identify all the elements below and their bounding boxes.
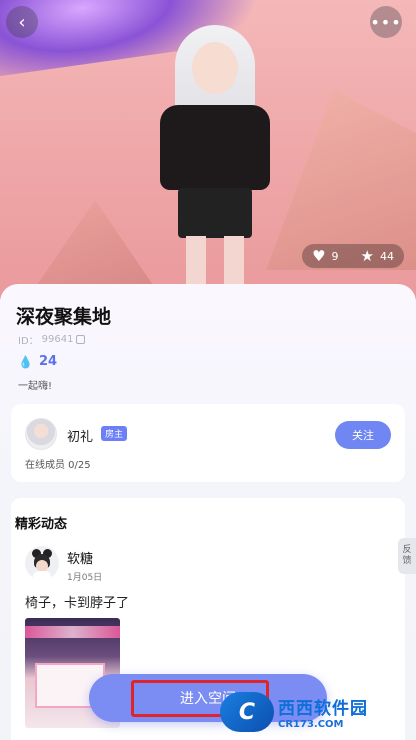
watermark: C 西西软件园 CR173.COM: [220, 690, 410, 734]
back-button[interactable]: ‹: [6, 6, 38, 38]
heat-value: 24: [38, 354, 58, 369]
star-icon[interactable]: ★: [361, 248, 374, 264]
figure-face: [192, 42, 238, 94]
feedback-tab[interactable]: 反 馈: [398, 538, 416, 574]
post-author-name[interactable]: 软糖: [67, 548, 93, 567]
online-members: 在线成员 0/25: [25, 460, 91, 471]
owner-card: 初礼 房主 关注 在线成员 0/25: [11, 404, 405, 482]
watermark-url: CR173.COM: [278, 719, 344, 730]
follow-button[interactable]: 关注: [335, 421, 391, 449]
copy-icon[interactable]: [76, 335, 86, 344]
post-text: 椅子，卡到脖子了: [25, 596, 130, 611]
cover-avatar-figure: [150, 20, 280, 286]
post-date: 1月05日: [67, 573, 103, 583]
cover-rock-right: [266, 90, 416, 270]
figure-leg-right: [224, 236, 244, 286]
room-title: 深夜聚集地: [16, 306, 112, 328]
room-id-label: ID：: [18, 336, 39, 347]
figure-top: [160, 105, 270, 190]
like-count: 9: [331, 249, 339, 263]
owner-avatar[interactable]: [25, 418, 57, 450]
post-author-avatar[interactable]: [25, 546, 59, 580]
room-greeting: 一起嗨!: [18, 381, 53, 392]
figure-leg-left: [186, 236, 206, 286]
feed-title: 精彩动态: [15, 517, 68, 532]
more-button[interactable]: •••: [370, 6, 402, 38]
figure-shorts: [178, 188, 252, 238]
heart-icon[interactable]: ♥: [312, 248, 325, 264]
watermark-logo: C: [220, 692, 274, 732]
cover-stats: ♥ 9 ★ 44: [302, 244, 404, 268]
watermark-name: 西西软件园: [278, 699, 368, 719]
feedback-label-2: 馈: [402, 556, 412, 566]
room-info-sheet: 深夜聚集地 ID： 99641 💧 24 一起嗨! 初礼 房主 关注 在线成员 …: [0, 284, 416, 740]
more-dots-icon: •••: [370, 12, 402, 32]
room-heat: 💧 24: [18, 354, 57, 369]
room-id: ID： 99641: [18, 332, 86, 347]
star-count: 44: [380, 249, 394, 263]
feedback-label-1: 反: [402, 545, 412, 555]
owner-name[interactable]: 初礼: [67, 426, 93, 445]
flame-icon: 💧: [18, 354, 33, 369]
chevron-left-icon: ‹: [18, 11, 26, 33]
room-id-value: 99641: [41, 334, 74, 345]
host-badge: 房主: [101, 426, 128, 441]
